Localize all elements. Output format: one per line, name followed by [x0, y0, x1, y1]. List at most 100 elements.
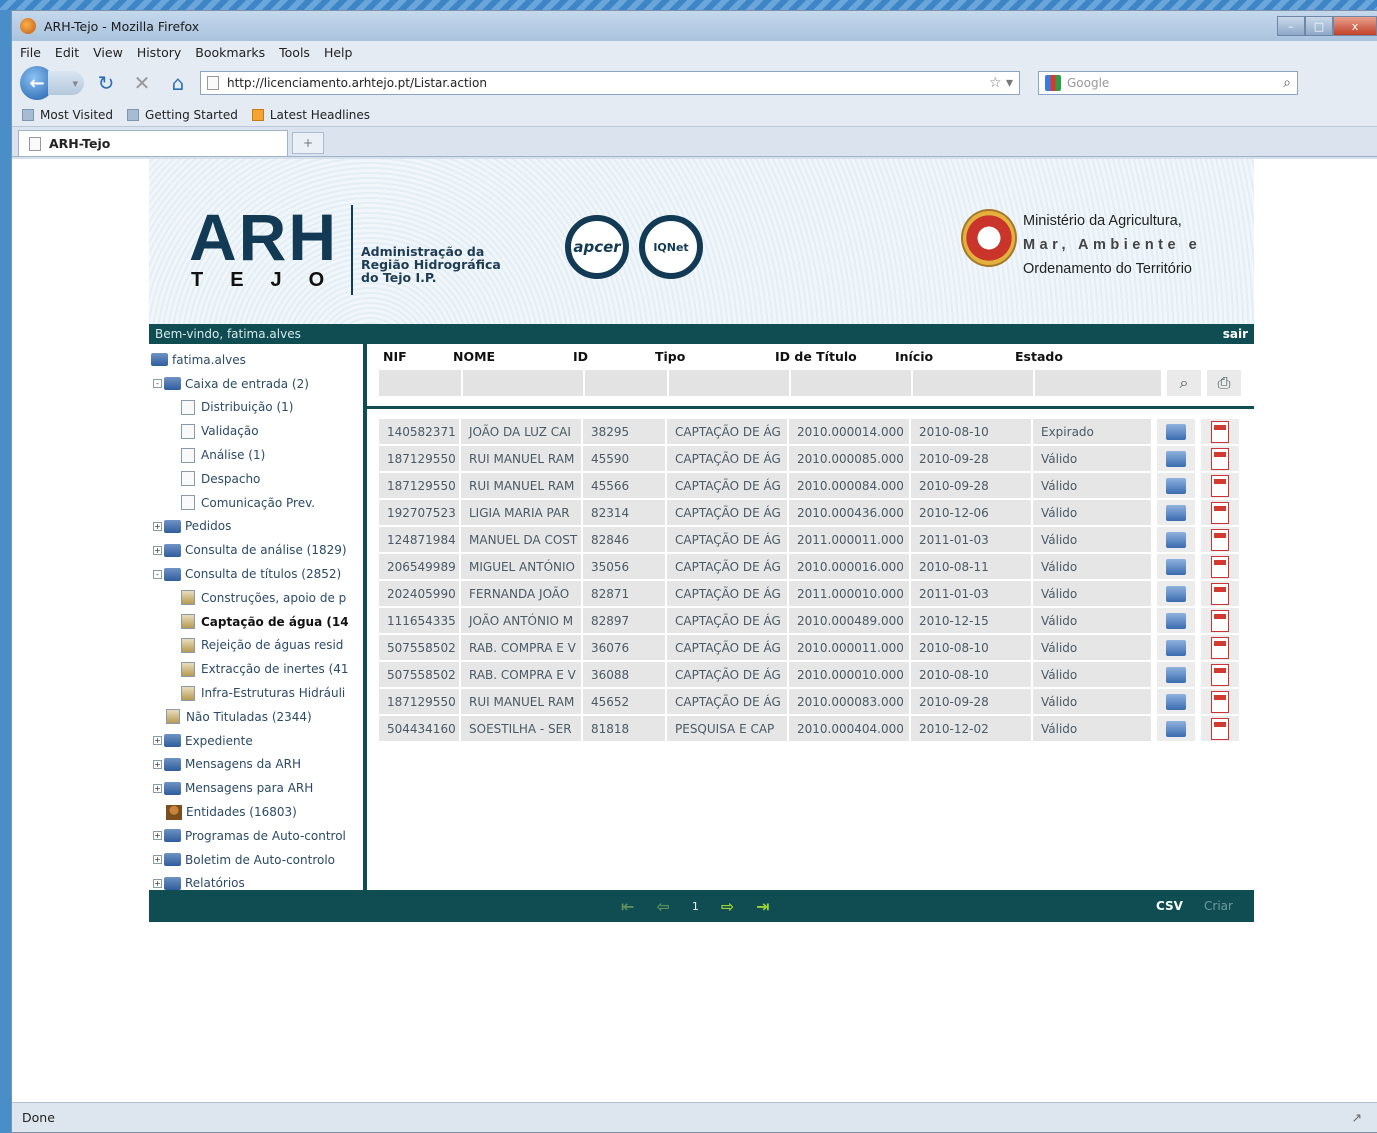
expand-icon[interactable]: +	[153, 545, 162, 555]
table-row[interactable]: 187129550 RUI MANUEL RAM 45652 CAPTAÇÃO DE …	[379, 688, 1256, 715]
tree-item[interactable]: + Mensagens da ARH	[149, 753, 363, 777]
tree-item[interactable]: + Mensagens para ARH	[149, 776, 363, 800]
filter-field[interactable]	[791, 370, 911, 396]
pdf-download-button[interactable]	[1201, 419, 1239, 444]
bookmark-getting-started[interactable]: Getting Started	[127, 108, 238, 122]
table-row[interactable]: 202405990 FERNANDA JOÃO 82871 CAPTAÇÃO DE Á…	[379, 580, 1256, 607]
tree-item[interactable]: Infra-Estruturas Hidráuli	[149, 681, 363, 705]
search-icon[interactable]: ⌕	[1283, 75, 1291, 91]
tree-item[interactable]: Rejeição de águas resid	[149, 634, 363, 658]
tree-item[interactable]: Distribuição (1)	[149, 396, 363, 420]
table-row[interactable]: 507558502 RAB. COMPRA E V 36088 CAPTAÇÃO DE…	[379, 661, 1256, 688]
filter-field[interactable]	[1035, 370, 1161, 396]
table-row[interactable]: 504434160 SOESTILHA - SER 81818 PESQUISA E …	[379, 715, 1256, 742]
tree-item[interactable]: Construções, apoio de p	[149, 586, 363, 610]
table-row[interactable]: 140582371 JOÃO DA LUZ CAI 38295 CAPTAÇÃO DE…	[379, 418, 1256, 445]
open-folder-button[interactable]	[1157, 473, 1195, 498]
open-folder-button[interactable]	[1157, 554, 1195, 579]
open-folder-button[interactable]	[1157, 500, 1195, 525]
search-input[interactable]: Google ⌕	[1038, 71, 1298, 95]
pdf-download-button[interactable]	[1201, 581, 1239, 606]
bookmark-star-icon[interactable]: ☆ ▾	[989, 75, 1013, 91]
tree-item[interactable]: Extracção de inertes (41	[149, 657, 363, 681]
tree-item[interactable]: Análise (1)	[149, 443, 363, 467]
expand-icon[interactable]: +	[153, 759, 162, 769]
previous-page-icon[interactable]: ⇦	[656, 897, 669, 916]
pdf-download-button[interactable]	[1201, 716, 1239, 741]
pdf-download-button[interactable]	[1201, 689, 1239, 714]
pdf-download-button[interactable]	[1201, 500, 1239, 525]
minimize-button[interactable]: –	[1277, 16, 1305, 36]
open-folder-button[interactable]	[1157, 527, 1195, 552]
column-header[interactable]: Início	[891, 349, 1011, 364]
expand-icon[interactable]: +	[153, 855, 162, 865]
tree-item[interactable]: + Boletim de Auto-controlo	[149, 848, 363, 872]
collapse-icon[interactable]: -	[153, 569, 162, 579]
pdf-download-button[interactable]	[1201, 473, 1239, 498]
last-page-icon[interactable]: ⇥	[756, 897, 769, 916]
tree-item[interactable]: Validação	[149, 419, 363, 443]
open-folder-button[interactable]	[1157, 446, 1195, 471]
bookmark-most-visited[interactable]: Most Visited	[22, 108, 113, 122]
filter-field[interactable]	[463, 370, 583, 396]
bookmark-latest-headlines[interactable]: Latest Headlines	[251, 108, 370, 122]
expand-icon[interactable]: +	[153, 878, 162, 888]
pdf-download-button[interactable]	[1201, 554, 1239, 579]
tree-item[interactable]: Captação de água (14	[149, 610, 363, 634]
maximize-button[interactable]: □	[1305, 16, 1333, 36]
open-folder-button[interactable]	[1157, 419, 1195, 444]
pdf-download-button[interactable]	[1201, 527, 1239, 552]
table-row[interactable]: 187129550 RUI MANUEL RAM 45590 CAPTAÇÃO DE …	[379, 445, 1256, 472]
home-icon[interactable]: ⌂	[164, 69, 192, 97]
menu-edit[interactable]: Edit	[55, 45, 79, 60]
logout-link[interactable]: sair	[1223, 327, 1248, 341]
expand-icon[interactable]: +	[153, 783, 162, 793]
filter-field[interactable]	[669, 370, 789, 396]
tree-item[interactable]: - Consulta de títulos (2852)	[149, 562, 363, 586]
print-icon[interactable]: ⎙	[1207, 370, 1241, 396]
expand-icon[interactable]: +	[153, 736, 162, 746]
tab-arh-tejo[interactable]: ARH-Tejo	[18, 130, 288, 156]
open-folder-button[interactable]	[1157, 662, 1195, 687]
tree-item[interactable]: + Expediente	[149, 729, 363, 753]
table-row[interactable]: 124871984 MANUEL DA COST 82846 CAPTAÇÃO DE …	[379, 526, 1256, 553]
create-link[interactable]: Criar	[1204, 899, 1233, 913]
table-row[interactable]: 507558502 RAB. COMPRA E V 36076 CAPTAÇÃO DE…	[379, 634, 1256, 661]
pdf-download-button[interactable]	[1201, 635, 1239, 660]
tree-item[interactable]: Não Tituladas (2344)	[149, 705, 363, 729]
tree-item[interactable]: - Caixa de entrada (2)	[149, 372, 363, 396]
table-row[interactable]: 187129550 RUI MANUEL RAM 45566 CAPTAÇÃO DE …	[379, 472, 1256, 499]
url-bar[interactable]: http://licenciamento.arhtejo.pt/Listar.a…	[200, 71, 1020, 95]
forward-dropdown-icon[interactable]: ▾	[48, 71, 84, 95]
tree-item[interactable]: + Pedidos	[149, 515, 363, 539]
column-header[interactable]: NIF	[367, 349, 449, 364]
pdf-download-button[interactable]	[1201, 446, 1239, 471]
menu-help[interactable]: Help	[324, 45, 353, 60]
expand-icon[interactable]: +	[153, 521, 162, 531]
next-page-icon[interactable]: ⇨	[721, 897, 734, 916]
table-row[interactable]: 206549989 MIGUEL ANTÓNIO 35056 CAPTAÇÃO DE …	[379, 553, 1256, 580]
tree-item[interactable]: Despacho	[149, 467, 363, 491]
expand-icon[interactable]: +	[153, 831, 162, 841]
column-header[interactable]: ID	[569, 349, 651, 364]
filter-field[interactable]	[913, 370, 1033, 396]
close-button[interactable]: x	[1333, 16, 1377, 36]
filter-field[interactable]	[379, 370, 461, 396]
google-icon[interactable]	[1045, 75, 1061, 91]
open-folder-button[interactable]	[1157, 635, 1195, 660]
tree-item[interactable]: Comunicação Prev.	[149, 491, 363, 515]
new-tab-button[interactable]: +	[292, 132, 324, 154]
first-page-icon[interactable]: ⇤	[621, 897, 634, 916]
open-folder-button[interactable]	[1157, 716, 1195, 741]
filter-field[interactable]	[585, 370, 667, 396]
pdf-download-button[interactable]	[1201, 608, 1239, 633]
menu-file[interactable]: File	[20, 45, 41, 60]
csv-export-link[interactable]: CSV	[1156, 899, 1183, 913]
tree-item[interactable]: fatima.alves	[149, 348, 363, 372]
column-header[interactable]: Tipo	[651, 349, 771, 364]
open-folder-button[interactable]	[1157, 581, 1195, 606]
open-folder-button[interactable]	[1157, 689, 1195, 714]
menu-tools[interactable]: Tools	[279, 45, 310, 60]
tree-item[interactable]: Entidades (16803)	[149, 800, 363, 824]
search-icon[interactable]: ⌕	[1167, 370, 1201, 396]
